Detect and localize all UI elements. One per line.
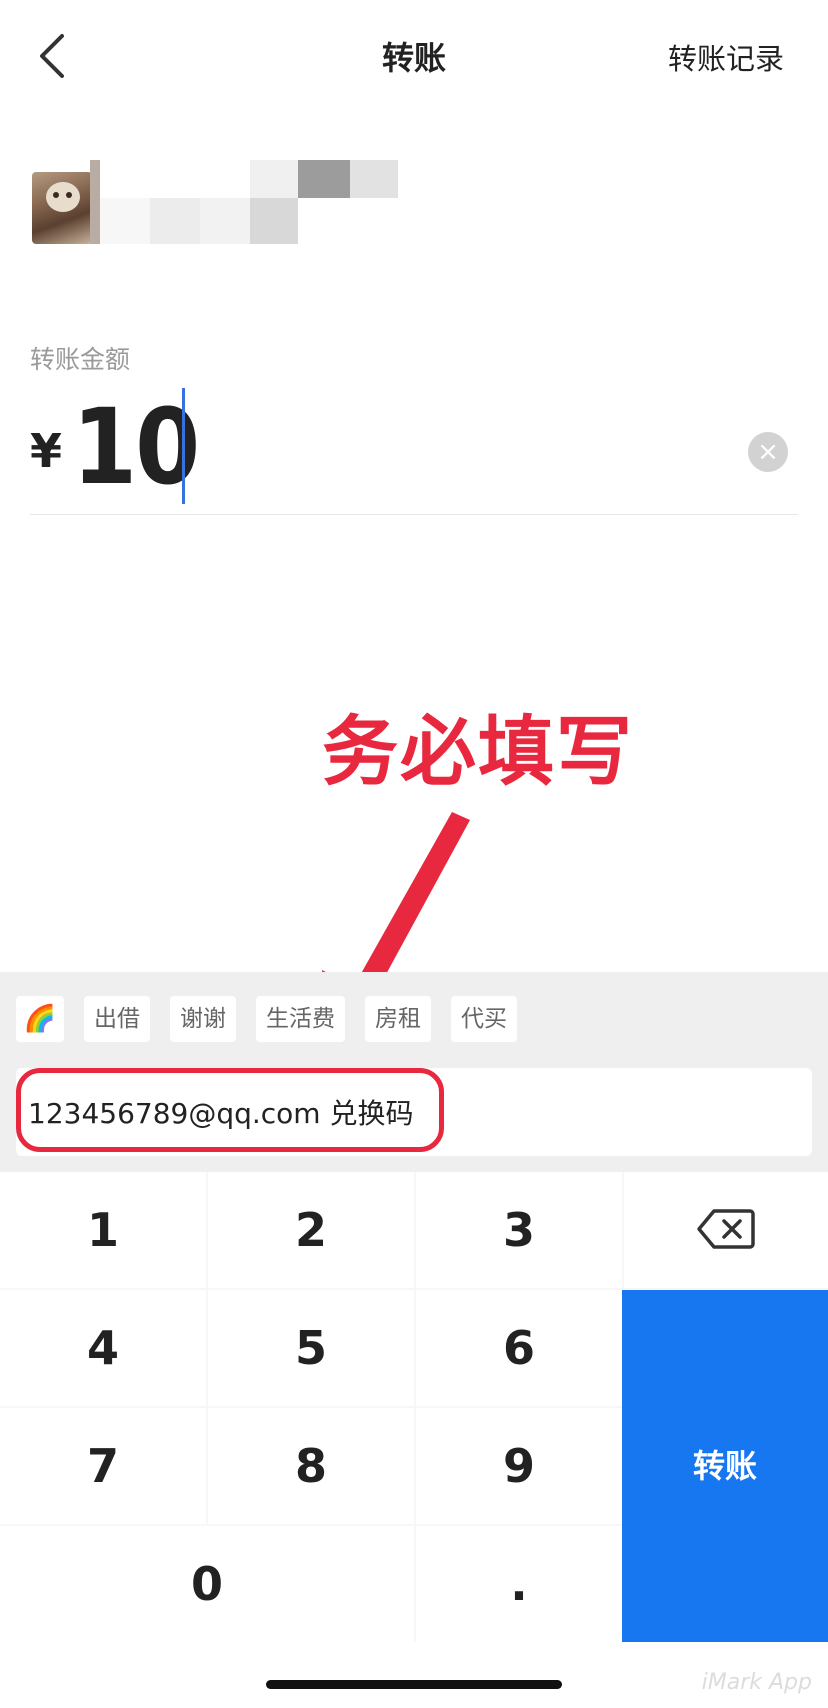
clear-icon[interactable]: × (748, 432, 788, 472)
remark-chips: 🌈 出借 谢谢 生活费 房租 代买 (16, 996, 517, 1042)
annotation-text: 务必填写 (322, 707, 634, 796)
blurred-name-block (350, 160, 398, 198)
blurred-name-block (100, 198, 150, 244)
key-dot[interactable]: . (416, 1526, 622, 1642)
amount-input[interactable]: ¥ 10 × (30, 380, 798, 515)
chip-rent[interactable]: 房租 (365, 996, 431, 1042)
avatar (32, 172, 92, 244)
header: 转账 转账记录 (0, 0, 828, 110)
text-caret (182, 388, 185, 504)
blurred-name-block (298, 160, 350, 198)
numeric-keypad: 1 2 3 4 5 6 7 8 9 0 . 转账 (0, 1172, 828, 1642)
transfer-records-link[interactable]: 转账记录 (668, 36, 784, 78)
key-8[interactable]: 8 (208, 1408, 414, 1524)
key-5[interactable]: 5 (208, 1290, 414, 1406)
annotation-highlight (16, 1068, 444, 1152)
key-3[interactable]: 3 (416, 1172, 622, 1288)
amount-label: 转账金额 (30, 345, 131, 374)
key-1[interactable]: 1 (0, 1172, 206, 1288)
transfer-submit-button[interactable]: 转账 (622, 1290, 828, 1642)
home-indicator[interactable] (266, 1680, 562, 1689)
key-6[interactable]: 6 (416, 1290, 622, 1406)
key-9[interactable]: 9 (416, 1408, 622, 1524)
key-2[interactable]: 2 (208, 1172, 414, 1288)
recipient (32, 160, 412, 250)
currency-symbol: ¥ (30, 424, 63, 478)
backspace-icon (697, 1209, 755, 1249)
blurred-name-block (250, 198, 298, 244)
blurred-name-block (90, 160, 100, 244)
blurred-name-block (250, 160, 298, 198)
watermark: iMark App (701, 1670, 812, 1695)
chip-living-expenses[interactable]: 生活费 (256, 996, 345, 1042)
key-7[interactable]: 7 (0, 1408, 206, 1524)
delete-key[interactable] (624, 1172, 828, 1288)
chip-rainbow[interactable]: 🌈 (16, 996, 64, 1042)
key-4[interactable]: 4 (0, 1290, 206, 1406)
chip-lend[interactable]: 出借 (84, 996, 150, 1042)
chip-proxy-buy[interactable]: 代买 (451, 996, 517, 1042)
key-0[interactable]: 0 (0, 1526, 414, 1642)
blurred-name-block (150, 198, 200, 244)
amount-value: 10 (72, 386, 200, 508)
chip-thanks[interactable]: 谢谢 (170, 996, 236, 1042)
blurred-name-block (200, 198, 250, 244)
